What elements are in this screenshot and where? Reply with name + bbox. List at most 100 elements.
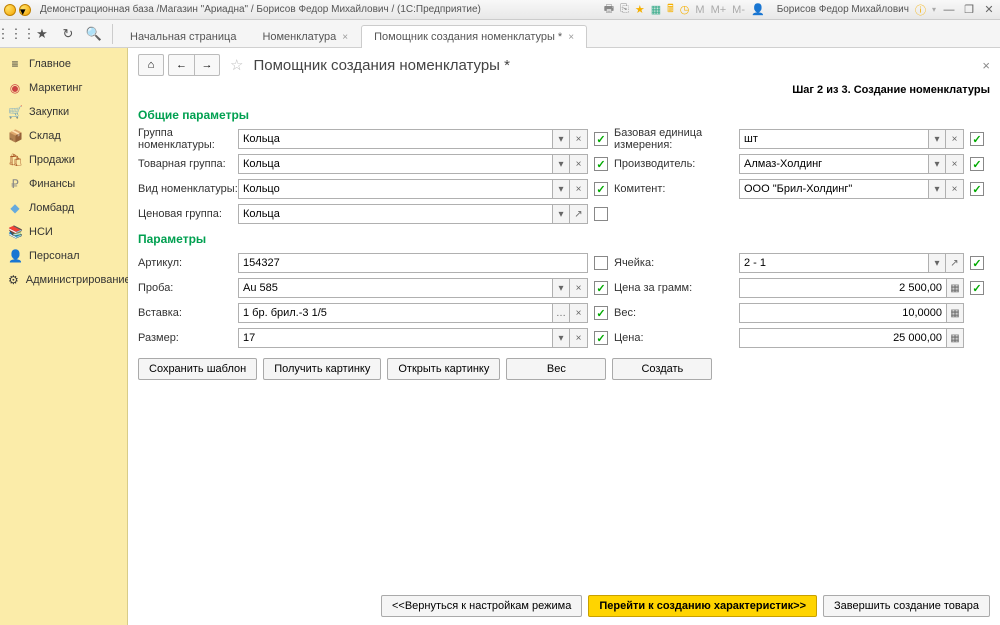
star-icon[interactable]: ★ xyxy=(635,3,645,16)
input-size[interactable] xyxy=(238,328,552,348)
sidebar-item-marketing[interactable]: ◉Маркетинг xyxy=(0,76,127,100)
checkbox-cell[interactable]: ✓ xyxy=(594,256,608,270)
dropdown-icon[interactable]: ▾ xyxy=(552,179,570,199)
forward-button[interactable]: → xyxy=(194,54,220,76)
close-icon[interactable]: ✕ xyxy=(982,3,996,16)
finish-button[interactable]: Завершить создание товара xyxy=(823,595,990,617)
apps-icon[interactable]: ⋮⋮⋮ xyxy=(4,23,28,45)
input-manufacturer[interactable] xyxy=(739,154,928,174)
back-step-button[interactable]: <<Вернуться к настройкам режима xyxy=(381,595,582,617)
history-icon[interactable]: ↻ xyxy=(56,23,80,45)
tab-wizard[interactable]: Помощник создания номенклатуры *× xyxy=(361,25,587,48)
checkbox-price-gram[interactable]: ✓ xyxy=(594,281,608,295)
clear-icon[interactable]: × xyxy=(946,179,964,199)
sidebar-item-finance[interactable]: ₽Финансы xyxy=(0,172,127,196)
checkbox-trail[interactable]: ✓ xyxy=(970,182,984,196)
sidebar-item-sales[interactable]: 🛍Продажи xyxy=(0,148,127,172)
sidebar-item-pawnshop[interactable]: ◆Ломбард xyxy=(0,196,127,220)
sidebar-item-warehouse[interactable]: 📦Склад xyxy=(0,124,127,148)
input-weight[interactable] xyxy=(739,303,946,323)
checkbox-trail[interactable]: ✓ xyxy=(970,256,984,270)
print-icon[interactable]: 🖶 xyxy=(604,0,614,19)
calc-icon[interactable]: ▦ xyxy=(946,303,964,323)
calc-icon[interactable]: ▦ xyxy=(946,278,964,298)
clear-icon[interactable]: × xyxy=(570,129,588,149)
dropdown-icon[interactable]: ▾ xyxy=(552,278,570,298)
tab-close-icon[interactable]: × xyxy=(568,32,574,43)
checkbox-manufacturer[interactable]: ✓ xyxy=(594,157,608,171)
dropdown-icon[interactable]: ▾ xyxy=(552,204,570,224)
user-name[interactable]: Борисов Федор Михайлович xyxy=(777,4,909,15)
user-icon[interactable]: 👤 xyxy=(751,3,765,16)
nav-icon[interactable]: ⎘ xyxy=(620,3,629,16)
m-minus-icon[interactable]: M- xyxy=(732,4,745,16)
sidebar-item-staff[interactable]: 👤Персонал xyxy=(0,244,127,268)
maximize-icon[interactable]: ❐ xyxy=(962,3,976,16)
clear-icon[interactable]: × xyxy=(570,328,588,348)
home-button[interactable]: ⌂ xyxy=(138,54,164,76)
next-step-button[interactable]: Перейти к созданию характеристик>> xyxy=(588,595,817,617)
info-dropdown[interactable]: ▾ xyxy=(932,5,936,14)
clear-icon[interactable]: × xyxy=(946,129,964,149)
sidebar-item-nsi[interactable]: 📚НСИ xyxy=(0,220,127,244)
more-icon[interactable]: … xyxy=(552,303,570,323)
tab-home[interactable]: Начальная страница xyxy=(117,25,249,48)
clear-icon[interactable]: × xyxy=(946,154,964,174)
dropdown-icon[interactable]: ▾ xyxy=(928,179,946,199)
tab-nomenclature[interactable]: Номенклатура× xyxy=(249,25,361,48)
clear-icon[interactable]: × xyxy=(570,303,588,323)
input-vid[interactable] xyxy=(238,179,552,199)
open-icon[interactable]: ↗ xyxy=(570,204,588,224)
dropdown-icon[interactable]: ▾ xyxy=(928,253,946,273)
input-price-gram[interactable] xyxy=(739,278,946,298)
input-tgroup[interactable] xyxy=(238,154,552,174)
clear-icon[interactable]: × xyxy=(570,154,588,174)
clock-icon[interactable]: ◷ xyxy=(680,3,690,16)
favorite-toggle[interactable]: ☆ xyxy=(230,56,243,74)
doc-icon[interactable]: ▦ xyxy=(651,3,661,16)
back-button[interactable]: ← xyxy=(168,54,194,76)
open-icon[interactable]: ↗ xyxy=(946,253,964,273)
input-proba[interactable] xyxy=(238,278,552,298)
input-base-unit[interactable] xyxy=(739,129,928,149)
m-icon[interactable]: M xyxy=(695,4,704,16)
dropdown-icon[interactable]: ▾ xyxy=(552,129,570,149)
calc-icon[interactable]: 🖩 xyxy=(667,0,674,19)
input-price[interactable] xyxy=(739,328,946,348)
input-price-group[interactable] xyxy=(238,204,552,224)
checkbox-base-unit[interactable]: ✓ xyxy=(594,132,608,146)
checkbox-empty[interactable]: ✓ xyxy=(594,207,608,221)
checkbox-trail[interactable]: ✓ xyxy=(970,132,984,146)
dropdown-icon[interactable]: ▾ xyxy=(928,129,946,149)
checkbox-komitent[interactable]: ✓ xyxy=(594,182,608,196)
clear-icon[interactable]: × xyxy=(570,278,588,298)
sidebar-item-main[interactable]: ≡Главное xyxy=(0,52,127,76)
search-icon[interactable]: 🔍 xyxy=(82,23,106,45)
tab-close-icon[interactable]: × xyxy=(342,32,348,43)
open-image-button[interactable]: Открыть картинку xyxy=(387,358,500,380)
checkbox-trail[interactable]: ✓ xyxy=(970,281,984,295)
sidebar-item-purchase[interactable]: 🛒Закупки xyxy=(0,100,127,124)
weight-button[interactable]: Вес xyxy=(506,358,606,380)
minimize-icon[interactable]: — xyxy=(942,4,956,16)
input-group[interactable] xyxy=(238,129,552,149)
create-button[interactable]: Создать xyxy=(612,358,712,380)
dropdown-icon[interactable]: ▾ xyxy=(928,154,946,174)
save-template-button[interactable]: Сохранить шаблон xyxy=(138,358,257,380)
checkbox-weight[interactable]: ✓ xyxy=(594,306,608,320)
input-insert[interactable] xyxy=(238,303,552,323)
m-plus-icon[interactable]: M+ xyxy=(711,4,727,16)
input-article[interactable] xyxy=(238,253,588,273)
sidebar-item-admin[interactable]: ⚙Администрирование xyxy=(0,268,127,292)
checkbox-trail[interactable]: ✓ xyxy=(970,157,984,171)
close-page-icon[interactable]: × xyxy=(982,58,990,73)
input-cell[interactable] xyxy=(739,253,928,273)
info-icon[interactable]: ⓘ xyxy=(915,2,926,18)
dropdown-icon[interactable]: ▾ xyxy=(552,328,570,348)
favorite-icon[interactable]: ★ xyxy=(30,23,54,45)
input-komitent[interactable] xyxy=(739,179,928,199)
get-image-button[interactable]: Получить картинку xyxy=(263,358,381,380)
dropdown-icon[interactable]: ▾ xyxy=(552,154,570,174)
calc-icon[interactable]: ▦ xyxy=(946,328,964,348)
checkbox-price[interactable]: ✓ xyxy=(594,331,608,345)
